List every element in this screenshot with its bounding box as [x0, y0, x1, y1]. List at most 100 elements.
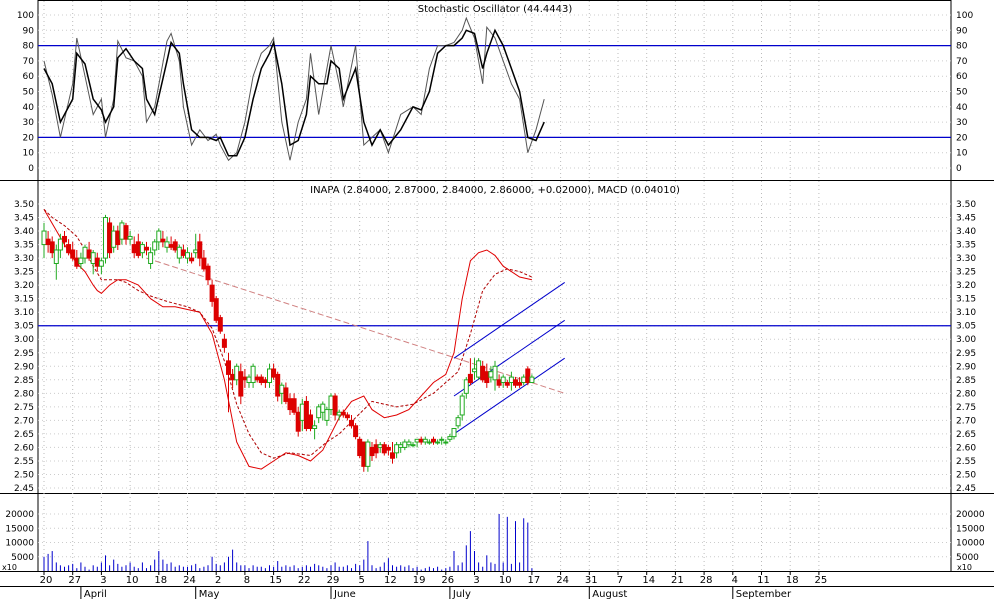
candle-body-down: [361, 441, 367, 467]
volume-panel-frame: [37, 493, 952, 572]
candle-body-down: [258, 376, 264, 384]
price-y-tick-left: 3.50: [14, 200, 34, 210]
candle-body-up: [57, 238, 63, 251]
candle-body-down: [160, 238, 166, 243]
candle-body-up: [410, 444, 416, 447]
candle-body-up: [312, 425, 318, 429]
candle-body-down: [287, 398, 293, 411]
stochastic-y-tick-right: 80: [956, 42, 968, 52]
price-y-tick-right: 2.45: [956, 484, 976, 494]
candle-body-up: [394, 444, 400, 454]
price-y-tick-right: 3.15: [956, 295, 976, 305]
volume-y-tick-right: 10000: [956, 539, 985, 549]
stochastic-panel-frame: [37, 0, 952, 181]
price-y-tick-right: 3.45: [956, 214, 976, 224]
candle-body-down: [230, 373, 236, 381]
candle-body-down: [373, 444, 379, 454]
candle-body-up: [455, 417, 461, 427]
candle-body-up: [447, 436, 453, 440]
candle-body-down: [295, 411, 301, 432]
candle-body-up: [41, 230, 47, 246]
price-y-tick-right: 2.55: [956, 457, 976, 467]
candle-body-up: [111, 230, 117, 248]
candle-body-down: [107, 222, 113, 254]
x-axis-day-label: 27: [68, 575, 81, 586]
candle-body-down: [49, 241, 55, 254]
candle-body-down: [172, 241, 178, 251]
x-axis-day-label: 7: [617, 575, 623, 586]
x-axis-day-label: 24: [183, 575, 196, 586]
candle-body-up: [365, 441, 371, 467]
price-y-tick-right: 3.10: [956, 308, 976, 318]
price-y-tick-left: 2.80: [14, 389, 34, 399]
candle-body-down: [201, 257, 207, 270]
candle-body-down: [262, 379, 268, 384]
candle-body-down: [357, 438, 363, 457]
candle-body-down: [480, 365, 486, 381]
x-axis-day-label: 15: [269, 575, 282, 586]
stochastic-y-tick-left: 40: [23, 103, 35, 113]
stochastic-y-tick-right: 60: [956, 72, 968, 82]
candle-body-down: [74, 257, 80, 267]
price-y-tick-right: 2.80: [956, 389, 976, 399]
x-axis-day-label: 3: [100, 575, 106, 586]
price-y-tick-left: 2.90: [14, 362, 34, 372]
x-axis-day-label: 17: [528, 575, 541, 586]
x-axis-day-label: 10: [499, 575, 512, 586]
candle-body-up: [508, 376, 514, 384]
candle-body-down: [340, 411, 346, 416]
stochastic-panel-title: Stochastic Oscillator (44.4443): [418, 4, 573, 15]
candle-body-up: [463, 379, 469, 394]
x-axis-month-label: September: [736, 589, 792, 599]
x-axis-day-label: 21: [671, 575, 684, 586]
candle-body-down: [496, 379, 502, 386]
price-y-tick-left: 2.75: [14, 403, 34, 413]
price-y-tick-left: 2.95: [14, 349, 34, 359]
candle-body-up: [320, 403, 326, 413]
x-axis-day-label: 3: [473, 575, 479, 586]
price-y-tick-left: 2.60: [14, 443, 34, 453]
candle-body-up: [98, 260, 104, 267]
x-axis-day-label: 20: [40, 575, 53, 586]
candle-body-up: [119, 222, 125, 240]
candle-body-up: [82, 246, 88, 259]
candle-body-up: [246, 376, 252, 384]
x-axis-month-label: May: [199, 589, 220, 599]
candle-body-down: [189, 257, 195, 262]
candle-body-down: [381, 444, 387, 454]
stochastic-y-tick-left: 0: [28, 164, 34, 174]
candle-body-down: [332, 395, 338, 416]
price-y-tick-right: 2.85: [956, 376, 976, 386]
stochastic-k-line: [43, 16, 545, 162]
price-y-tick-left: 2.50: [14, 470, 34, 480]
candle-body-up: [422, 438, 428, 443]
candle-body-up: [500, 376, 506, 384]
stochastic-y-tick-left: 80: [23, 42, 35, 52]
price-y-tick-left: 3.15: [14, 295, 34, 305]
price-y-tick-left: 2.45: [14, 484, 34, 494]
x-axis-day-label: 22: [298, 575, 311, 586]
price-y-tick-right: 3.25: [956, 268, 976, 278]
channel-upper-line: [453, 281, 565, 359]
candle-body-up: [521, 376, 527, 384]
price-y-tick-right: 2.90: [956, 362, 976, 372]
candle-body-up: [439, 438, 445, 441]
candle-body-down: [517, 382, 523, 386]
x-axis-day-label: 28: [700, 575, 713, 586]
chart-canvas: Stochastic Oscillator (44.4443) INAPA (2…: [0, 0, 994, 600]
stochastic-y-tick-right: 10: [956, 149, 968, 159]
candle-body-up: [336, 411, 342, 416]
stochastic-y-tick-left: 60: [23, 72, 35, 82]
candle-body-down: [144, 246, 149, 251]
candle-body-down: [221, 338, 227, 348]
candle-body-down: [209, 284, 215, 302]
candle-body-down: [291, 398, 297, 413]
stochastic-y-tick-left: 50: [23, 88, 35, 98]
stochastic-y-tick-right: 0: [956, 164, 962, 174]
stochastic-y-tick-left: 100: [17, 11, 34, 21]
candle-body-up: [435, 441, 441, 444]
volume-y-tick-right: 15000: [956, 524, 985, 534]
price-y-tick-left: 3.30: [14, 254, 34, 264]
price-y-tick-left: 3.20: [14, 281, 34, 291]
candle-body-up: [279, 384, 285, 394]
